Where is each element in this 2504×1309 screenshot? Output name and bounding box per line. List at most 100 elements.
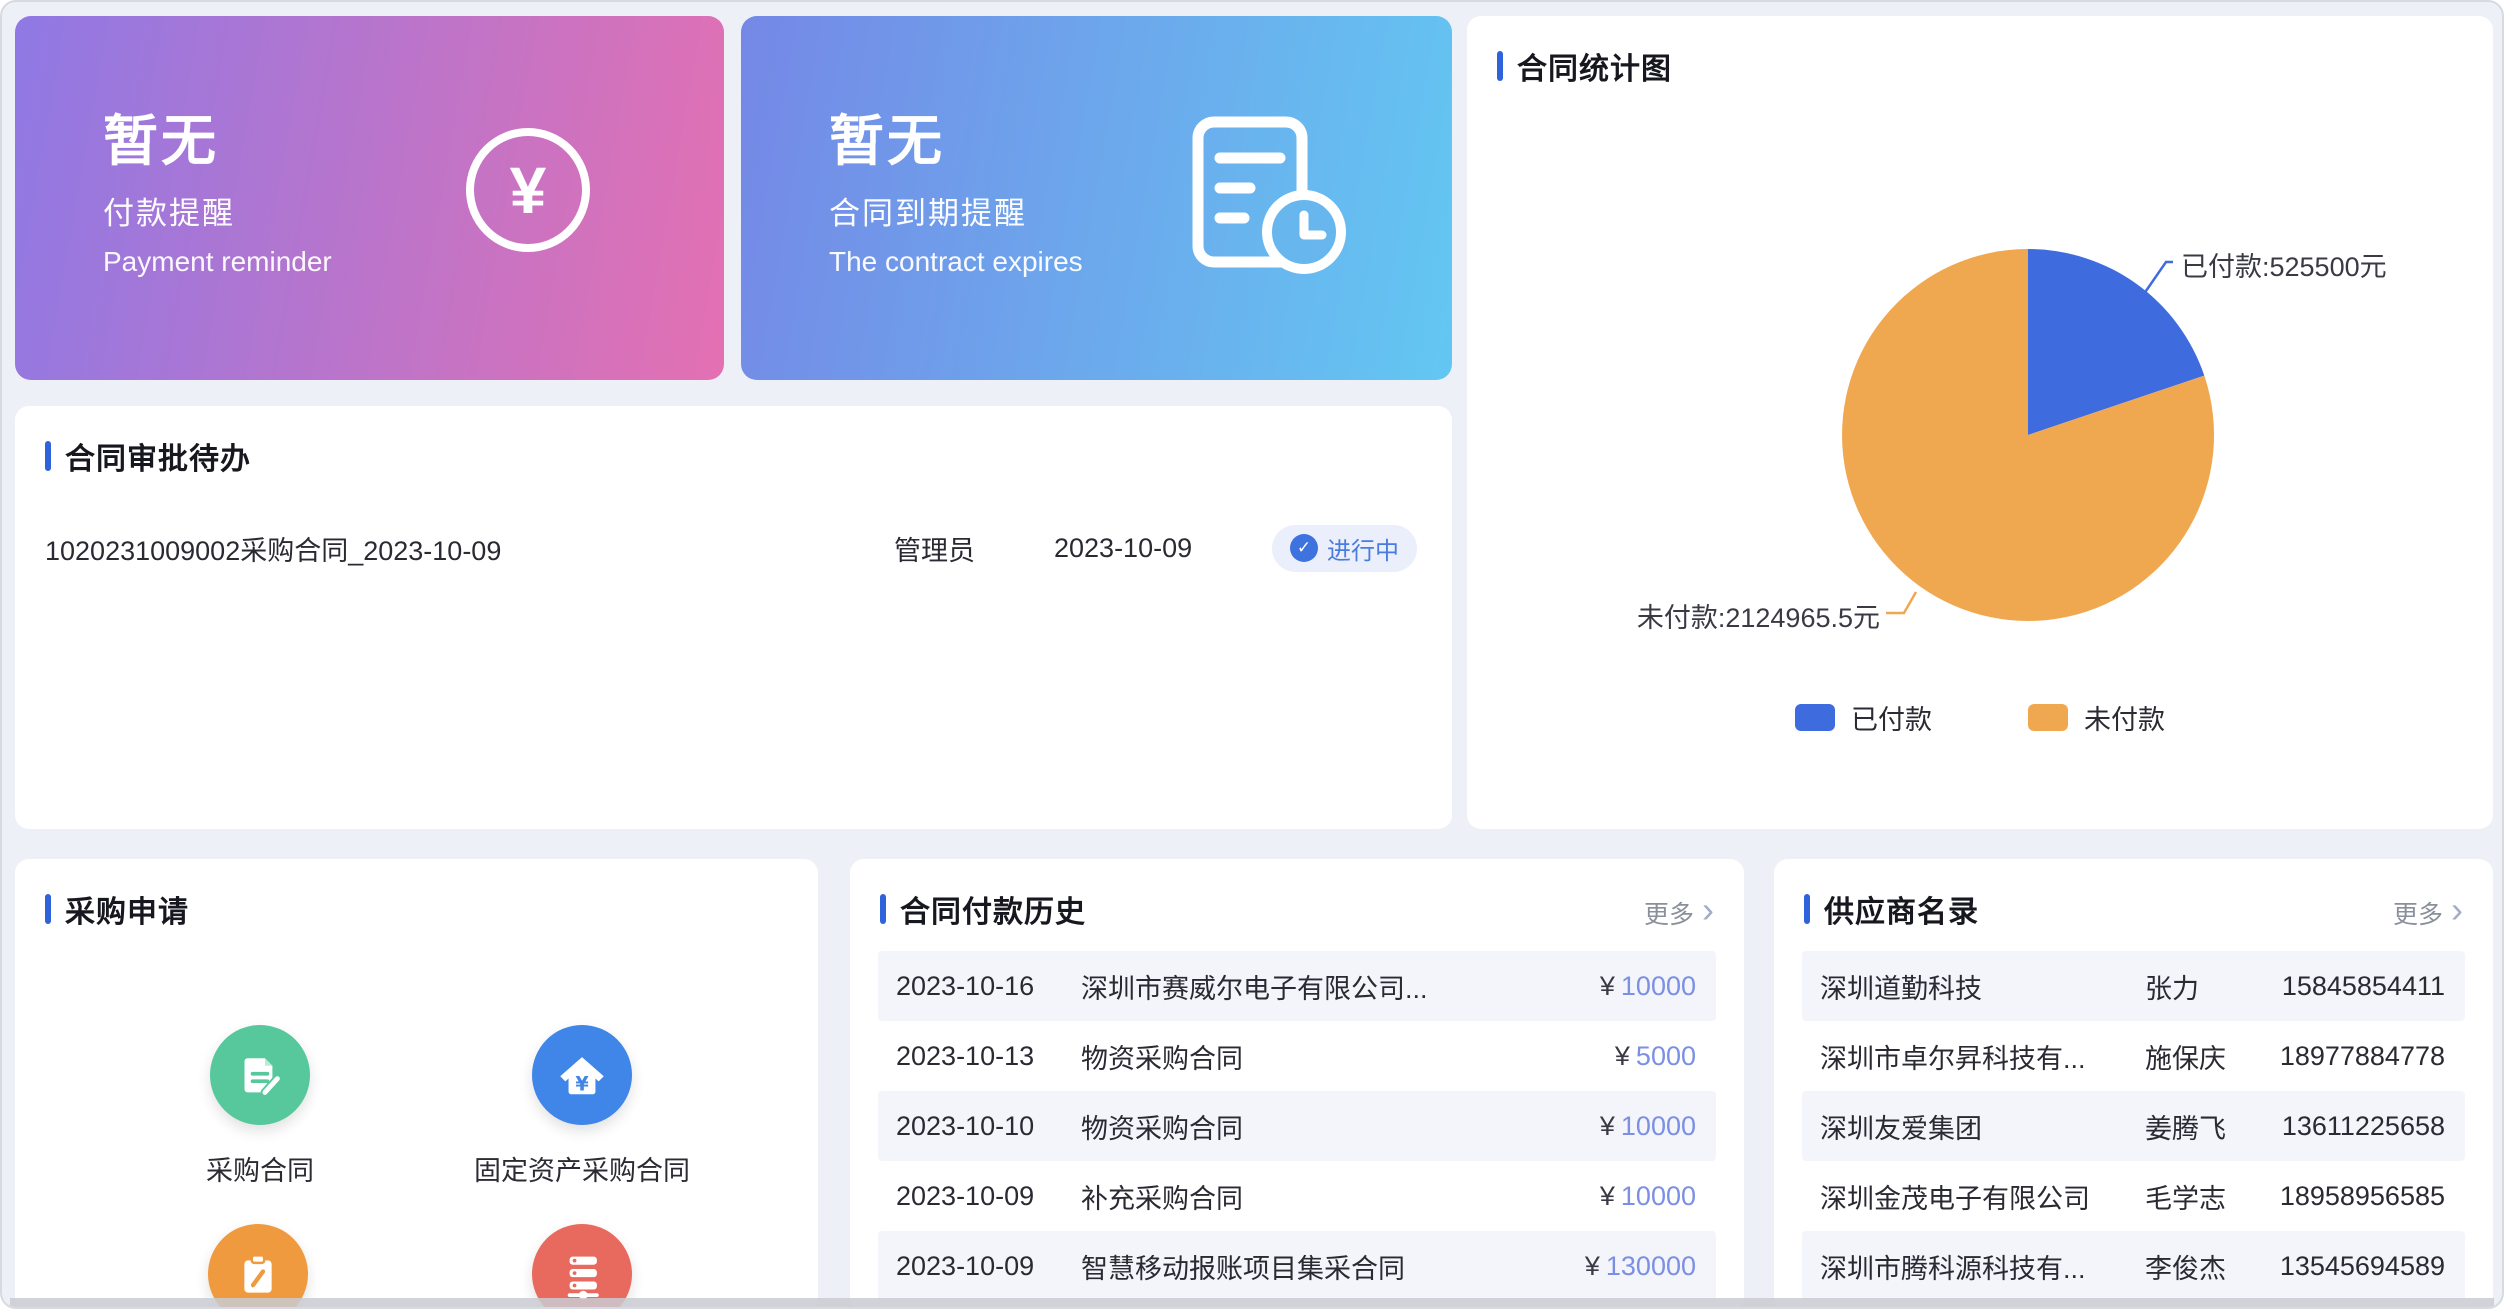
purchase-request-title: 采购申请	[65, 887, 189, 931]
supplier-phone: 13611225658	[2263, 1111, 2445, 1142]
supplier-company: 深圳金茂电子有限公司	[1820, 1177, 2145, 1216]
payment-amount: ¥10000	[1600, 1181, 1696, 1212]
supplier-contact: 姜腾飞	[2145, 1107, 2263, 1146]
approval-date: 2023-10-09	[1054, 533, 1272, 564]
contract-expire-subtitle: The contract expires	[829, 246, 1083, 278]
supplier-contact: 施保庆	[2145, 1037, 2263, 1076]
legend-label-paid: 已付款	[1851, 698, 1932, 737]
contract-expire-value: 暂无	[829, 96, 945, 176]
payment-amount: ¥130000	[1585, 1251, 1696, 1282]
payment-reminder-card[interactable]: 暂无 付款提醒 Payment reminder ¥	[15, 16, 724, 380]
app-item-clipboard[interactable]	[148, 1224, 368, 1309]
supplier-directory-header: 供应商名录	[1804, 887, 1979, 931]
legend-item-paid[interactable]: 已付款	[1795, 698, 1932, 737]
document-pencil-icon	[210, 1025, 310, 1125]
legend-item-unpaid[interactable]: 未付款	[2028, 698, 2165, 737]
contract-approval-panel: 合同审批待办 1020231009002采购合同_2023-10-09 管理员 …	[15, 406, 1452, 829]
contract-approval-header: 合同审批待办	[45, 434, 251, 478]
payment-reminder-title: 付款提醒	[103, 188, 235, 233]
app-item-fixed-asset-contract[interactable]: ¥ 固定资产采购合同	[472, 1025, 692, 1188]
house-yuan-icon: ¥	[532, 1025, 632, 1125]
svg-text:¥: ¥	[575, 1072, 589, 1095]
payment-history-panel: 合同付款历史 更多 › 2023-10-16 深圳市赛威尔电子有限公司... ¥…	[850, 859, 1744, 1309]
approval-contract-name: 1020231009002采购合同_2023-10-09	[45, 529, 894, 568]
payment-date: 2023-10-16	[896, 971, 1081, 1002]
leader-line-paid	[2139, 262, 2173, 301]
app-item-label: 固定资产采购合同	[474, 1149, 690, 1188]
supplier-company: 深圳市腾科源科技有...	[1820, 1247, 2145, 1286]
payment-row[interactable]: 2023-10-09 智慧移动报账项目集采合同 ¥130000	[878, 1231, 1716, 1301]
supplier-row[interactable]: 深圳金茂电子有限公司 毛学志 18958956585	[1802, 1161, 2465, 1231]
supplier-phone: 18958956585	[2263, 1181, 2445, 1212]
contract-approval-title: 合同审批待办	[65, 434, 251, 478]
yuan-circle-icon: ¥	[466, 128, 590, 252]
payment-amount: ¥10000	[1600, 971, 1696, 1002]
status-badge: ✓ 进行中	[1272, 525, 1417, 572]
title-accent-bar	[45, 894, 51, 924]
window-bottom-edge	[10, 1298, 2494, 1307]
pie-label-paid: 已付款:525500元	[2181, 245, 2387, 284]
server-list-icon	[532, 1224, 632, 1309]
title-accent-bar	[45, 441, 51, 471]
payment-name: 物资采购合同	[1081, 1107, 1600, 1146]
approval-row[interactable]: 1020231009002采购合同_2023-10-09 管理员 2023-10…	[45, 518, 1417, 578]
pie-label-unpaid: 未付款:2124965.5元	[1637, 596, 1880, 635]
supplier-contact: 毛学志	[2145, 1177, 2263, 1216]
title-accent-bar	[1804, 894, 1810, 924]
legend-swatch-paid	[1795, 704, 1835, 731]
app-item-purchase-contract[interactable]: 采购合同	[150, 1025, 370, 1188]
supplier-phone: 13545694589	[2263, 1251, 2445, 1282]
clipboard-pencil-icon	[208, 1224, 308, 1309]
title-accent-bar	[880, 894, 886, 924]
payment-date: 2023-10-10	[896, 1111, 1081, 1142]
supplier-contact: 张力	[2145, 967, 2263, 1006]
payment-row[interactable]: 2023-10-09 补充采购合同 ¥10000	[878, 1161, 1716, 1231]
supplier-directory-panel: 供应商名录 更多 › 深圳道勤科技 张力 15845854411 深圳市卓尔昇科…	[1774, 859, 2493, 1309]
payment-row[interactable]: 2023-10-13 物资采购合同 ¥5000	[878, 1021, 1716, 1091]
chevron-right-icon: ›	[2451, 898, 2463, 922]
payment-name: 智慧移动报账项目集采合同	[1081, 1247, 1585, 1286]
supplier-row[interactable]: 深圳市腾科源科技有... 李俊杰 13545694589	[1802, 1231, 2465, 1301]
payment-date: 2023-10-13	[896, 1041, 1081, 1072]
purchase-request-panel: 采购申请 采购合同 ¥	[15, 859, 818, 1309]
payment-history-header: 合同付款历史	[880, 887, 1086, 931]
payment-date: 2023-10-09	[896, 1251, 1081, 1282]
supplier-phone: 15845854411	[2263, 971, 2445, 1002]
supplier-company: 深圳友爱集团	[1820, 1107, 2145, 1146]
chevron-right-icon: ›	[1702, 898, 1714, 922]
check-circle-icon: ✓	[1290, 534, 1318, 562]
approval-user: 管理员	[894, 529, 1054, 568]
supplier-row[interactable]: 深圳道勤科技 张力 15845854411	[1802, 951, 2465, 1021]
purchase-request-header: 采购申请	[45, 887, 189, 931]
payment-amount: ¥10000	[1600, 1111, 1696, 1142]
payment-history-title: 合同付款历史	[900, 887, 1086, 931]
payment-row[interactable]: 2023-10-16 深圳市赛威尔电子有限公司... ¥10000	[878, 951, 1716, 1021]
payment-date: 2023-10-09	[896, 1181, 1081, 1212]
pie-legend: 已付款 未付款	[1467, 698, 2493, 737]
payment-reminder-subtitle: Payment reminder	[103, 246, 332, 278]
payment-reminder-value: 暂无	[103, 96, 219, 176]
more-label: 更多	[1644, 895, 1694, 931]
app-item-server[interactable]	[472, 1224, 692, 1309]
payment-name: 物资采购合同	[1081, 1037, 1615, 1076]
payment-row[interactable]: 2023-10-10 物资采购合同 ¥10000	[878, 1091, 1716, 1161]
supplier-rows: 深圳道勤科技 张力 15845854411 深圳市卓尔昇科技有... 施保庆 1…	[1774, 951, 2493, 1301]
payment-amount: ¥5000	[1615, 1041, 1696, 1072]
supplier-phone: 18977884778	[2263, 1041, 2445, 1072]
supplier-contact: 李俊杰	[2145, 1247, 2263, 1286]
legend-swatch-unpaid	[2028, 704, 2068, 731]
supplier-row[interactable]: 深圳市卓尔昇科技有... 施保庆 18977884778	[1802, 1021, 2465, 1091]
document-clock-icon	[1186, 114, 1356, 284]
supplier-directory-more-link[interactable]: 更多 ›	[2393, 895, 2463, 931]
more-label: 更多	[2393, 895, 2443, 931]
yuan-glyph: ¥	[510, 152, 547, 228]
supplier-company: 深圳道勤科技	[1820, 967, 2145, 1006]
payment-name: 深圳市赛威尔电子有限公司...	[1081, 967, 1600, 1006]
payment-history-more-link[interactable]: 更多 ›	[1644, 895, 1714, 931]
contract-expire-card[interactable]: 暂无 合同到期提醒 The contract expires	[741, 16, 1452, 380]
supplier-directory-title: 供应商名录	[1824, 887, 1979, 931]
payment-name: 补充采购合同	[1081, 1177, 1600, 1216]
supplier-row[interactable]: 深圳友爱集团 姜腾飞 13611225658	[1802, 1091, 2465, 1161]
contract-expire-title: 合同到期提醒	[829, 188, 1027, 233]
payment-history-rows: 2023-10-16 深圳市赛威尔电子有限公司... ¥10000 2023-1…	[850, 951, 1744, 1301]
